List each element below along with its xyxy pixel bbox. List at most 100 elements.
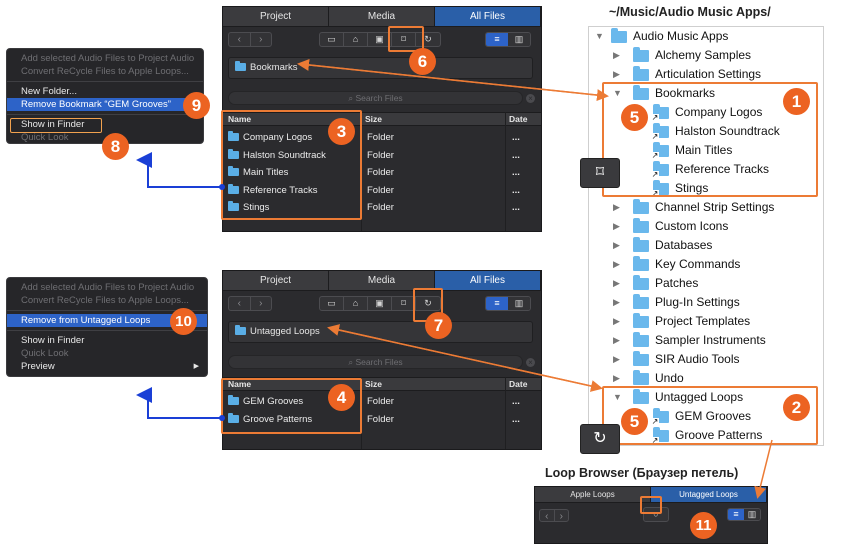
tab-all-files[interactable]: All Files — [435, 271, 541, 290]
search-input[interactable]: ⌕ Search Files — [228, 91, 523, 105]
disclosure-open-icon[interactable]: ▼ — [595, 27, 604, 46]
highlight-show-in-finder — [10, 118, 102, 133]
col-size[interactable]: Size — [365, 113, 382, 125]
column-view-icon[interactable]: ▥ — [744, 509, 760, 520]
finder-row[interactable]: ▶ Key Commands — [589, 255, 823, 274]
search-clear-icon[interactable]: × — [526, 358, 535, 367]
search-input[interactable]: ⌕ Search Files — [228, 355, 523, 369]
finder-root-row[interactable]: ▼ Audio Music Apps — [589, 27, 823, 46]
badge-4: 4 — [328, 384, 355, 411]
computer-icon[interactable]: ▭ — [320, 33, 344, 46]
badge-5a: 5 — [621, 104, 648, 131]
finder-row[interactable]: ▶ SIR Audio Tools — [589, 350, 823, 369]
row-size: Folder — [367, 149, 394, 161]
tab-all-files[interactable]: All Files — [435, 7, 541, 26]
row-size: Folder — [367, 202, 394, 213]
finder-path-caption: ~/Music/Audio Music Apps/ — [609, 5, 771, 19]
column-view-icon[interactable]: ▥ — [508, 297, 530, 310]
disclosure-closed-icon[interactable]: ▶ — [613, 255, 620, 274]
finder-row-label: Sampler Instruments — [655, 333, 766, 347]
finder-row[interactable]: ▶ Channel Strip Settings — [589, 198, 823, 217]
disclosure-closed-icon[interactable]: ▶ — [613, 312, 620, 331]
col-date[interactable]: Date — [509, 113, 527, 125]
badge-9: 9 — [183, 92, 210, 119]
tab-media[interactable]: Media — [329, 7, 435, 26]
col-date[interactable]: Date — [509, 378, 527, 390]
folder-icon — [633, 332, 649, 347]
forward-icon[interactable]: › — [251, 33, 272, 46]
menu-item[interactable]: Show in Finder — [7, 334, 207, 347]
back-forward-buttons[interactable]: ‹ › — [539, 509, 569, 522]
folder-icon — [633, 351, 649, 366]
folder-icon — [633, 313, 649, 328]
disclosure-closed-icon[interactable]: ▶ — [613, 236, 620, 255]
menu-item-label: Add selected Audio Files to Project Audi… — [21, 53, 195, 64]
row-size: Folder — [367, 132, 394, 143]
finder-row[interactable]: ▶ Alchemy Samples — [589, 46, 823, 65]
menu-item: Add selected Audio Files to Project Audi… — [7, 281, 207, 294]
home-icon[interactable]: ⌂ — [344, 297, 368, 310]
list-view-icon[interactable]: ≡ — [486, 297, 508, 310]
finder-row-label: Project Templates — [655, 314, 751, 328]
home-icon[interactable]: ⌂ — [344, 33, 368, 46]
finder-row[interactable]: ▶ Patches — [589, 274, 823, 293]
folder-icon — [633, 275, 649, 290]
tab-apple-loops[interactable]: Apple Loops — [535, 487, 651, 502]
finder-row[interactable]: ▶ Sampler Instruments — [589, 331, 823, 350]
folder-icon — [633, 47, 649, 62]
finder-row[interactable]: ▶ Databases — [589, 236, 823, 255]
back-icon[interactable]: ‹ — [229, 33, 251, 46]
folder-icon — [235, 61, 246, 71]
menu-item-label: Convert ReCycle Files to Apple Loops... — [21, 66, 189, 77]
disclosure-closed-icon[interactable]: ▶ — [613, 331, 620, 350]
disclosure-closed-icon[interactable]: ▶ — [613, 217, 620, 236]
finder-row-label: Custom Icons — [655, 219, 729, 233]
folder-icon — [633, 66, 649, 81]
list-view-icon[interactable]: ≡ — [728, 509, 744, 520]
finder-row[interactable]: ▶ Plug-In Settings — [589, 293, 823, 312]
disclosure-closed-icon[interactable]: ▶ — [613, 274, 620, 293]
badge-8: 8 — [102, 133, 129, 160]
back-forward-buttons[interactable]: ‹ › — [228, 32, 272, 47]
finder-row-label: Alchemy Samples — [655, 48, 752, 62]
col-size[interactable]: Size — [365, 378, 382, 390]
search-placeholder: Search Files — [355, 357, 403, 367]
menu-item-label: Add selected Audio Files to Project Audi… — [21, 282, 195, 293]
tab-untagged-loops[interactable]: Untagged Loops — [651, 487, 767, 502]
arrow-blue-bottom — [136, 387, 222, 419]
menu-item-label: Convert ReCycle Files to Apple Loops... — [21, 295, 189, 306]
disclosure-closed-icon[interactable]: ▶ — [613, 46, 620, 65]
path-field: Bookmarks — [228, 57, 533, 79]
menu-item: Convert ReCycle Files to Apple Loops... — [7, 65, 203, 78]
tab-project[interactable]: Project — [223, 271, 329, 290]
tab-project[interactable]: Project — [223, 7, 329, 26]
row-date: ... — [512, 132, 520, 143]
badge-3: 3 — [328, 118, 355, 145]
list-view-icon[interactable]: ≡ — [486, 33, 508, 46]
menu-item[interactable]: Remove Bookmark “GEM Grooves” — [7, 98, 203, 111]
finder-row[interactable]: ▶ Custom Icons — [589, 217, 823, 236]
folder-icon — [633, 294, 649, 309]
forward-icon[interactable]: › — [555, 510, 569, 522]
row-date: ... — [512, 149, 520, 161]
finder-row[interactable]: ▶ Project Templates — [589, 312, 823, 331]
forward-icon[interactable]: › — [251, 297, 272, 310]
disclosure-closed-icon[interactable]: ▶ — [613, 293, 620, 312]
disclosure-closed-icon[interactable]: ▶ — [613, 350, 620, 369]
disclosure-closed-icon[interactable]: ▶ — [613, 198, 620, 217]
back-icon[interactable]: ‹ — [229, 297, 251, 310]
menu-item[interactable]: Preview ▶ — [7, 360, 207, 373]
badge-7: 7 — [425, 312, 452, 339]
column-view-icon[interactable]: ▥ — [508, 33, 530, 46]
row-date: ... — [512, 413, 520, 425]
menu-item[interactable]: New Folder... — [7, 85, 203, 98]
finder-row-label: Patches — [655, 276, 699, 290]
search-clear-icon[interactable]: × — [526, 94, 535, 103]
back-forward-buttons[interactable]: ‹ › — [228, 296, 272, 311]
project-folder-icon[interactable]: ▣ — [368, 297, 392, 310]
computer-icon[interactable]: ▭ — [320, 297, 344, 310]
folder-icon — [633, 256, 649, 271]
row-size: Folder — [367, 413, 394, 425]
path-field: Untagged Loops — [228, 321, 533, 343]
back-icon[interactable]: ‹ — [540, 510, 555, 522]
